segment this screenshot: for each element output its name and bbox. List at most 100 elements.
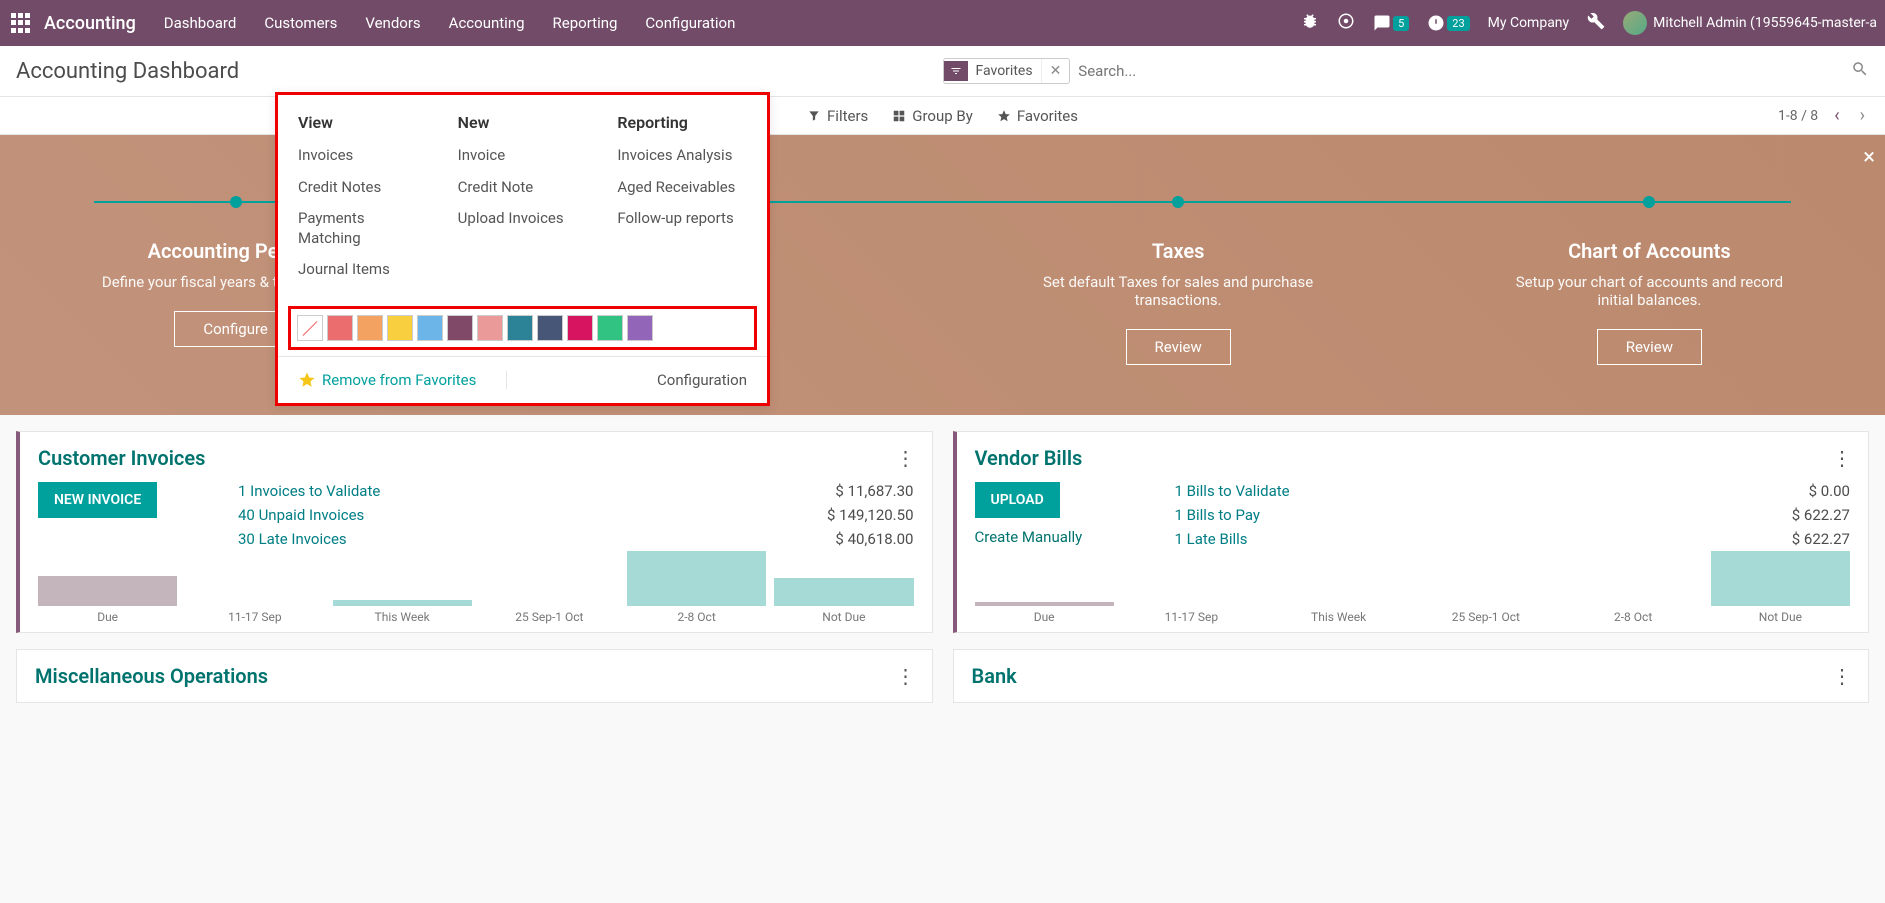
popup-link-journal-items[interactable]: Journal Items <box>298 260 428 280</box>
menu-customers[interactable]: Customers <box>264 14 337 32</box>
create-manually-link[interactable]: Create Manually <box>975 528 1175 546</box>
card-title[interactable]: Bank <box>972 664 1017 688</box>
favorites-button[interactable]: Favorites <box>997 107 1078 125</box>
color-swatch[interactable] <box>387 315 413 341</box>
chart-bar: 2-8 Oct <box>627 551 766 624</box>
pager-prev-icon[interactable]: ‹ <box>1830 105 1843 126</box>
card-title[interactable]: Customer Invoices <box>38 446 205 470</box>
remove-favorite-button[interactable]: Remove from Favorites <box>298 371 507 389</box>
stat-label[interactable]: 1 Late Bills <box>1175 530 1248 548</box>
app-brand[interactable]: Accounting <box>44 13 136 34</box>
popup-link-credit-notes[interactable]: Credit Notes <box>298 178 428 198</box>
filter-chip-favorites: Favorites ✕ <box>943 58 1071 84</box>
main-menu: Dashboard Customers Vendors Accounting R… <box>164 14 1301 32</box>
chart-bar: Due <box>38 576 177 624</box>
groupby-button[interactable]: Group By <box>892 107 973 125</box>
avatar <box>1623 11 1647 35</box>
messaging-icon[interactable]: 5 <box>1373 14 1409 32</box>
color-swatch-row <box>288 306 757 350</box>
color-swatch[interactable] <box>597 315 623 341</box>
chart-bar: Due <box>975 602 1114 624</box>
color-swatch[interactable] <box>417 315 443 341</box>
apps-icon[interactable] <box>8 10 34 36</box>
menu-configuration[interactable]: Configuration <box>645 14 735 32</box>
color-swatch[interactable] <box>327 315 353 341</box>
review-button[interactable]: Review <box>1126 329 1231 365</box>
chart-bar: 25 Sep-1 Oct <box>1416 606 1555 624</box>
popup-link-aged-receivables[interactable]: Aged Receivables <box>617 178 747 198</box>
page-title: Accounting Dashboard <box>16 59 943 84</box>
stat-value: $ 622.27 <box>1792 530 1850 548</box>
stat-label[interactable]: 40 Unpaid Invoices <box>238 506 364 524</box>
color-swatch[interactable] <box>477 315 503 341</box>
stat-label[interactable]: 30 Late Invoices <box>238 530 347 548</box>
popup-heading-reporting: Reporting <box>617 113 747 132</box>
color-swatch[interactable] <box>507 315 533 341</box>
search-input[interactable] <box>1078 62 1851 80</box>
popup-link-new-invoice[interactable]: Invoice <box>458 146 588 166</box>
popup-link-payments-matching[interactable]: Payments Matching <box>298 209 428 248</box>
kebab-icon[interactable]: ⋮ <box>1832 664 1850 688</box>
user-name: Mitchell Admin (19559645-master-a <box>1653 15 1877 31</box>
popup-link-followup-reports[interactable]: Follow-up reports <box>617 209 747 229</box>
chart-bar: Not Due <box>1711 551 1850 624</box>
messaging-badge: 5 <box>1393 16 1409 31</box>
chart-bar: 11-17 Sep <box>185 606 324 624</box>
review-button[interactable]: Review <box>1597 329 1702 365</box>
popup-link-upload-invoices[interactable]: Upload Invoices <box>458 209 588 229</box>
chart-bar: Not Due <box>774 578 913 624</box>
color-swatch[interactable] <box>537 315 563 341</box>
kebab-icon[interactable]: ⋮ <box>1832 446 1850 470</box>
color-swatch[interactable] <box>627 315 653 341</box>
filters-button[interactable]: Filters <box>807 107 868 125</box>
color-swatch[interactable] <box>567 315 593 341</box>
menu-reporting[interactable]: Reporting <box>553 14 618 32</box>
top-nav: Accounting Dashboard Customers Vendors A… <box>0 0 1885 46</box>
bug-icon[interactable] <box>1301 12 1319 34</box>
chart-bar: This Week <box>1269 606 1408 624</box>
stat-value: $ 0.00 <box>1809 482 1850 500</box>
color-swatch[interactable] <box>297 315 323 341</box>
hero-desc: Set default Taxes for sales and purchase… <box>1028 273 1328 309</box>
stat-label[interactable]: 1 Bills to Validate <box>1175 482 1290 500</box>
search-icon[interactable] <box>1851 60 1869 82</box>
new-invoice-button[interactable]: NEW INVOICE <box>38 482 157 518</box>
popup-link-invoices[interactable]: Invoices <box>298 146 428 166</box>
journal-popup: View Invoices Credit Notes Payments Matc… <box>275 92 770 406</box>
support-icon[interactable] <box>1337 12 1355 34</box>
menu-accounting[interactable]: Accounting <box>449 14 525 32</box>
pager-next-icon[interactable]: › <box>1856 105 1869 126</box>
activities-badge: 23 <box>1447 16 1469 31</box>
color-swatch[interactable] <box>447 315 473 341</box>
card-bank: Bank ⋮ <box>953 649 1870 703</box>
control-row: Accounting Dashboard Favorites ✕ <box>0 46 1885 97</box>
hero-title: Taxes <box>963 239 1394 263</box>
chart-bar: 11-17 Sep <box>1122 606 1261 624</box>
company-selector[interactable]: My Company <box>1488 15 1570 31</box>
kebab-icon[interactable]: ⋮ <box>896 446 914 470</box>
upload-button[interactable]: UPLOAD <box>975 482 1060 518</box>
hero-step-taxes: Taxes Set default Taxes for sales and pu… <box>943 135 1414 415</box>
user-menu[interactable]: Mitchell Admin (19559645-master-a <box>1623 11 1877 35</box>
popup-configuration-link[interactable]: Configuration <box>507 371 747 389</box>
hero-desc: Setup your chart of accounts and record … <box>1499 273 1799 309</box>
mini-chart-invoices: Due11-17 SepThis Week25 Sep-1 Oct2-8 Oct… <box>38 564 914 624</box>
tools-icon[interactable] <box>1587 12 1605 34</box>
card-title[interactable]: Vendor Bills <box>975 446 1083 470</box>
menu-vendors[interactable]: Vendors <box>365 14 420 32</box>
chart-bar: 2-8 Oct <box>1564 606 1703 624</box>
popup-heading-new: New <box>458 113 588 132</box>
popup-link-invoices-analysis[interactable]: Invoices Analysis <box>617 146 747 166</box>
chart-bar: This Week <box>333 600 472 624</box>
chip-remove-icon[interactable]: ✕ <box>1041 59 1070 83</box>
card-title[interactable]: Miscellaneous Operations <box>35 664 268 688</box>
kebab-icon[interactable]: ⋮ <box>896 664 914 688</box>
stat-label[interactable]: 1 Bills to Pay <box>1175 506 1260 524</box>
card-customer-invoices: Customer Invoices ⋮ NEW INVOICE 1 Invoic… <box>16 431 933 633</box>
menu-dashboard[interactable]: Dashboard <box>164 14 237 32</box>
activities-icon[interactable]: 23 <box>1427 14 1469 32</box>
popup-link-new-credit-note[interactable]: Credit Note <box>458 178 588 198</box>
color-swatch[interactable] <box>357 315 383 341</box>
popup-heading-view: View <box>298 113 428 132</box>
stat-label[interactable]: 1 Invoices to Validate <box>238 482 380 500</box>
